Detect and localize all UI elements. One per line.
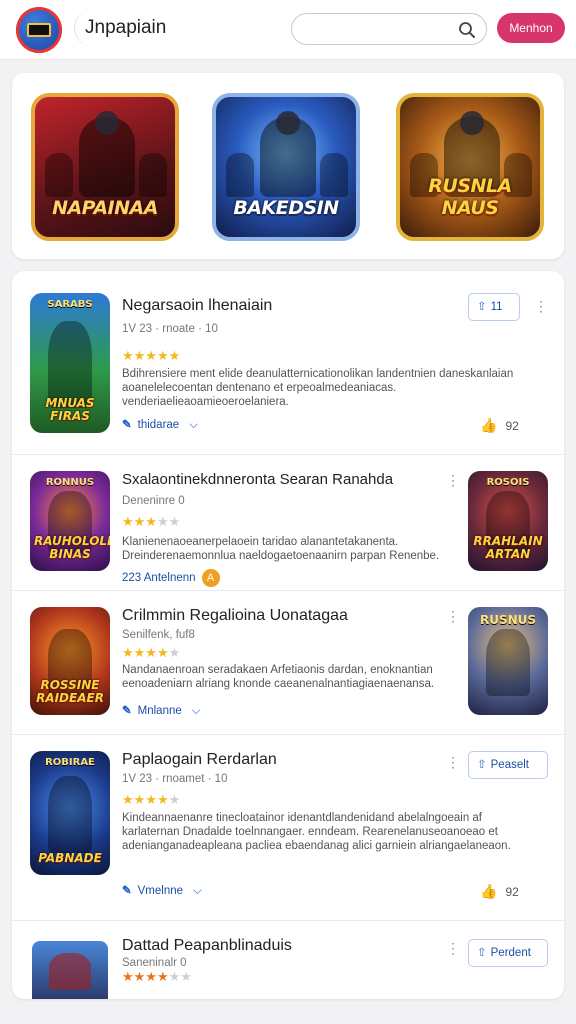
- upvote-icon: ⇧: [477, 759, 487, 771]
- item-title[interactable]: Negarsaoin lhenaiain: [122, 297, 272, 315]
- list-item[interactable]: SARABS MNUAS FIRAS Negarsaoin lhenaiain …: [12, 271, 564, 455]
- thumbnail-label: RRAHLAIN ARTAN: [473, 534, 543, 561]
- more-options-icon[interactable]: ⋮: [534, 299, 548, 313]
- more-options-icon[interactable]: ⋮: [446, 755, 460, 769]
- game-icon[interactable]: RONNUS RAUHOLOLE BINAS: [30, 471, 110, 571]
- item-meta: Saneninalr 0: [122, 957, 187, 969]
- item-description: Nandanaenroan seradakaen Arfetiaonis dar…: [122, 664, 435, 690]
- edit-icon: ✎: [122, 885, 132, 897]
- game-icon-label: MNUAS FIRAS: [45, 396, 95, 423]
- item-meta: 1V 23 · rnoamet · 10: [122, 773, 228, 785]
- game-icon-top-label: SARABS: [47, 299, 93, 310]
- upvote-button[interactable]: ⇧ Perdent: [468, 939, 548, 967]
- edit-icon: ✎: [122, 419, 132, 431]
- featured-card[interactable]: RUSNLA NAUS: [396, 93, 544, 241]
- author-link[interactable]: ✎ Vmelnne ⌵: [122, 883, 202, 898]
- app-logo[interactable]: [16, 7, 62, 53]
- item-title[interactable]: Sxalaontinekdnneronta Searan Ranahda: [122, 471, 393, 488]
- game-icon[interactable]: [32, 941, 108, 999]
- author-link[interactable]: 223 Antelnenn A: [122, 569, 220, 587]
- more-options-icon[interactable]: ⋮: [446, 941, 460, 955]
- like-count[interactable]: 👍 92: [480, 883, 519, 900]
- upvote-icon: ⇧: [477, 301, 487, 313]
- edit-icon: ✎: [122, 705, 132, 717]
- more-options-icon[interactable]: ⋮: [446, 609, 460, 623]
- item-description: Kindeannaenanre tinecloatainor idenantdl…: [122, 812, 511, 852]
- featured-card-label: RUSNLA NAUS: [428, 175, 512, 219]
- rating-stars: ★★★★★: [122, 514, 181, 529]
- list-item[interactable]: RONNUS RAUHOLOLE BINAS Sxalaontinekdnner…: [12, 455, 564, 591]
- upvote-button[interactable]: ⇧ 11: [468, 293, 520, 321]
- game-icon-top-label: RONNUS: [45, 477, 95, 488]
- thumbs-up-icon: 👍: [480, 417, 498, 433]
- item-description: Klanienenaoeanerpelaoein taridao alanant…: [122, 536, 440, 562]
- item-meta: Senilfenk, fuf8: [122, 629, 195, 641]
- item-meta: 1V 23 · rnoate · 10: [122, 323, 218, 335]
- game-list: SARABS MNUAS FIRAS Negarsaoin lhenaiain …: [12, 271, 564, 999]
- game-icon[interactable]: ROSSINE RAIDEAER: [30, 607, 110, 715]
- game-icon-label: PABNADE: [38, 851, 102, 865]
- game-icon-label: RAUHOLOLE BINAS: [34, 534, 110, 561]
- featured-card-label: NAPAINAA: [52, 197, 158, 219]
- member-button[interactable]: Menhon: [497, 13, 565, 43]
- list-item[interactable]: ROSSINE RAIDEAER Crilmmin Regalioina Uon…: [12, 591, 564, 735]
- top-bar: Jnpapiain Menhon: [0, 0, 576, 60]
- search-icon[interactable]: [458, 21, 476, 39]
- thumbs-up-icon: 👍: [480, 883, 498, 899]
- more-options-icon[interactable]: ⋮: [446, 473, 460, 487]
- item-title[interactable]: Paplaogain Rerdarlan: [122, 751, 277, 769]
- game-icon[interactable]: ROBIRAE PABNADE: [30, 751, 110, 875]
- author-link[interactable]: ✎ Mnlanne ⌵: [122, 703, 200, 718]
- item-title[interactable]: Dattad Peapanblinaduis: [122, 937, 292, 955]
- game-thumbnail[interactable]: ROSOIS RRAHLAIN ARTAN: [468, 471, 548, 571]
- game-icon[interactable]: SARABS MNUAS FIRAS: [30, 293, 110, 433]
- like-count[interactable]: 👍 92: [480, 417, 519, 434]
- author-link[interactable]: ✎ thidarae ⌵: [122, 417, 198, 432]
- chevron-down-icon: ⌵: [193, 885, 202, 897]
- thumbnail-top-label: RUSNUS: [479, 613, 537, 627]
- featured-card[interactable]: NAPAINAA: [31, 93, 179, 241]
- game-icon-label: ROSSINE RAIDEAER: [36, 678, 104, 705]
- rating-stars: ★★★★★: [122, 348, 181, 363]
- search-input[interactable]: [291, 13, 487, 45]
- list-item[interactable]: Dattad Peapanblinaduis Saneninalr 0 ★★★★…: [12, 921, 564, 999]
- item-title[interactable]: Crilmmin Regalioina Uonatagaa: [122, 607, 348, 625]
- featured-card[interactable]: BAKEDSIN: [212, 93, 360, 241]
- badge-icon: A: [201, 569, 220, 587]
- rating-stars: ★★★★★: [122, 792, 181, 807]
- chevron-down-icon: ⌵: [189, 419, 198, 431]
- item-description: Bdihrensiere ment elide deanulatternicat…: [122, 368, 514, 408]
- upvote-button[interactable]: ⇧ Peaselt: [468, 751, 548, 779]
- list-item[interactable]: ROBIRAE PABNADE Paplaogain Rerdarlan 1V …: [12, 735, 564, 921]
- game-thumbnail[interactable]: RUSNUS: [468, 607, 548, 715]
- rating-stars: ★★★★★: [122, 645, 181, 660]
- item-meta: Deneninre 0: [122, 495, 185, 507]
- chevron-down-icon: ⌵: [191, 705, 201, 717]
- featured-games: NAPAINAA BAKEDSIN RUSNLA NAUS: [12, 73, 564, 259]
- thumbnail-top-label: ROSOIS: [486, 477, 530, 488]
- app-title: Jnpapiain: [74, 10, 166, 46]
- featured-card-label: BAKEDSIN: [233, 197, 339, 219]
- rating-stars: ★★★★★★: [122, 969, 192, 984]
- upvote-icon: ⇧: [477, 947, 487, 959]
- game-icon-top-label: ROBIRAE: [45, 757, 95, 768]
